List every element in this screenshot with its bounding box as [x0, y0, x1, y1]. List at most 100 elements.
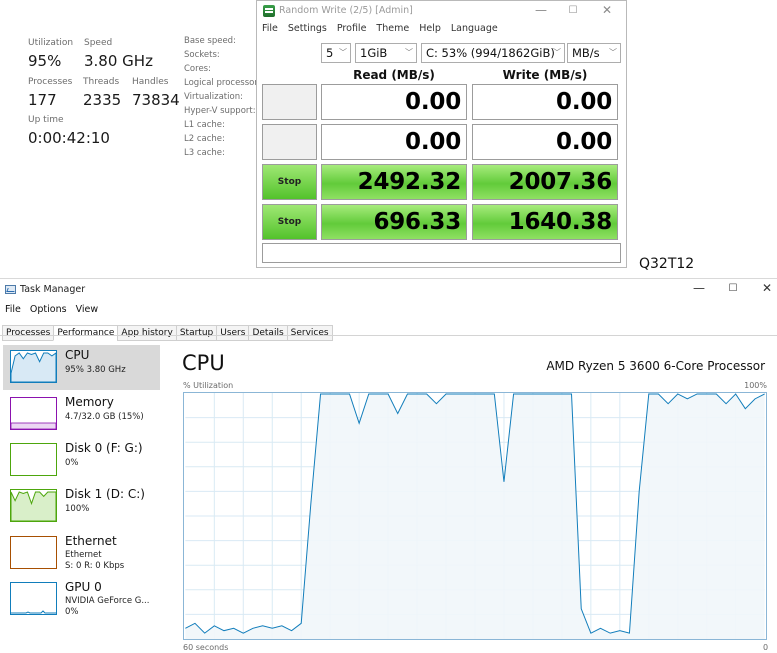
- spec-label: Logical processors:: [184, 78, 266, 88]
- stop-button[interactable]: Stop: [262, 164, 317, 200]
- minimize-icon[interactable]: —: [527, 3, 555, 17]
- tab-services[interactable]: Services: [286, 325, 333, 341]
- menu-language[interactable]: Language: [451, 23, 498, 34]
- cdm-status-bar: [262, 243, 621, 263]
- tab-users[interactable]: Users: [216, 325, 250, 341]
- speed-label: Speed: [84, 38, 113, 48]
- mini-graph-icon: [10, 582, 57, 615]
- uptime-value: 0:00:42:10: [28, 129, 110, 147]
- mini-graph-plot: [11, 537, 56, 568]
- test-button[interactable]: [262, 124, 317, 160]
- test-button[interactable]: [262, 84, 317, 120]
- write-column-header: Write (MB/s): [502, 68, 588, 82]
- close-icon[interactable]: ✕: [593, 3, 621, 17]
- cdm-window-title: Random Write (2/5) [Admin]: [279, 5, 413, 16]
- sidebar-item-gpu[interactable]: GPU 0 NVIDIA GeForce G... 0%: [3, 577, 160, 622]
- mini-graph-plot: [11, 422, 56, 429]
- sidebar-item-memory[interactable]: Memory 4.7/32.0 GB (15%): [3, 392, 160, 437]
- x-axis-left-label: 60 seconds: [183, 643, 229, 652]
- handles-value: 73834: [132, 91, 180, 109]
- stop-button[interactable]: Stop: [262, 204, 317, 240]
- sidebar-item-label: CPU: [65, 348, 90, 362]
- mini-graph-plot: [11, 444, 56, 475]
- sidebar-item-detail-2: S: 0 R: 0 Kbps: [65, 561, 125, 571]
- tab-processes[interactable]: Processes: [2, 325, 55, 341]
- sidebar-item-label: Disk 0 (F: G:): [65, 441, 143, 455]
- unit-select[interactable]: MB/s ﹀: [567, 43, 621, 63]
- page-title: CPU: [182, 351, 225, 375]
- sidebar-item-ethernet[interactable]: Ethernet Ethernet S: 0 R: 0 Kbps: [3, 531, 160, 576]
- chevron-down-icon: ﹀: [405, 48, 413, 57]
- sidebar-item-detail: 4.7/32.0 GB (15%): [65, 412, 144, 422]
- sidebar-item-detail: 95% 3.80 GHz: [65, 365, 126, 375]
- x-axis-right-label: 0: [763, 643, 769, 652]
- sidebar-item-detail: Ethernet: [65, 550, 102, 560]
- spec-label: Sockets:: [184, 50, 220, 60]
- tab-startup[interactable]: Startup: [175, 325, 218, 341]
- sidebar-item-disk[interactable]: Disk 0 (F: G:) 0%: [3, 438, 160, 483]
- spec-label: L2 cache:: [184, 134, 225, 144]
- sidebar-item-disk[interactable]: Disk 1 (D: C:) 100%: [3, 484, 160, 529]
- unit-value: MB/s: [572, 46, 600, 60]
- mini-graph-icon: [10, 489, 57, 522]
- write-result-cell: 2007.36: [472, 164, 618, 200]
- task-manager-title: Task Manager: [20, 284, 86, 295]
- close-icon[interactable]: ✕: [752, 281, 777, 295]
- mini-graph-icon: [10, 397, 57, 430]
- mini-graph-plot: [11, 610, 56, 614]
- maximize-icon[interactable]: ☐: [559, 5, 587, 16]
- cdm-titlebar[interactable]: Random Write (2/5) [Admin] — ☐ ✕: [257, 1, 626, 21]
- test-profile-label: Q32T12: [639, 256, 695, 272]
- menu-help[interactable]: Help: [419, 23, 441, 34]
- write-result-cell: 1640.38: [472, 204, 618, 240]
- menu-profile[interactable]: Profile: [337, 23, 367, 34]
- cpu-utilization-graph: [183, 392, 767, 640]
- menu-view[interactable]: View: [76, 304, 99, 315]
- menu-theme[interactable]: Theme: [376, 23, 409, 34]
- sidebar-item-label: GPU 0: [65, 580, 102, 594]
- speed-value: 3.80 GHz: [84, 52, 153, 70]
- tab-performance[interactable]: Performance: [53, 325, 119, 341]
- write-result-value: 2007.36: [508, 169, 613, 195]
- tab-divider: [0, 335, 777, 336]
- mini-graph-plot: [11, 491, 56, 521]
- chevron-down-icon: ﹀: [609, 48, 617, 57]
- uptime-label: Up time: [28, 115, 64, 125]
- test-size-value: 1GiB: [360, 46, 388, 60]
- spec-label: Hyper-V support:: [184, 106, 256, 116]
- threads-label: Threads: [83, 77, 120, 87]
- menu-file[interactable]: File: [262, 23, 278, 34]
- tab-details[interactable]: Details: [248, 325, 288, 341]
- test-size-select[interactable]: 1GiB ﹀: [355, 43, 417, 63]
- mini-graph-plot: [11, 352, 56, 382]
- crystaldiskmark-app-icon: [263, 5, 275, 17]
- read-result-cell: 0.00: [321, 84, 467, 120]
- task-manager-menubar: File Options View: [5, 304, 107, 315]
- y-axis-label: % Utilization: [183, 381, 234, 390]
- sidebar-item-label: Disk 1 (D: C:): [65, 487, 145, 501]
- read-result-cell: 0.00: [321, 124, 467, 160]
- cpu-model-name: AMD Ryzen 5 3600 6-Core Processor: [546, 359, 765, 373]
- test-count-select[interactable]: 5 ﹀: [321, 43, 351, 63]
- y-axis-max-label: 100%: [744, 381, 767, 390]
- read-column-header: Read (MB/s): [353, 68, 435, 82]
- sidebar-item-detail: 0%: [65, 458, 79, 468]
- spec-label: Virtualization:: [184, 92, 243, 102]
- sidebar-item-cpu[interactable]: CPU 95% 3.80 GHz: [3, 345, 160, 390]
- task-manager-tabs: Processes Performance App history Startup Us…: [2, 320, 333, 341]
- menu-settings[interactable]: Settings: [288, 23, 327, 34]
- drive-select[interactable]: C: 53% (994/1862GiB) ﹀: [421, 43, 565, 63]
- chevron-down-icon: ﹀: [339, 48, 347, 57]
- sidebar-item-detail-2: 0%: [65, 607, 79, 617]
- minimize-icon[interactable]: —: [684, 281, 714, 295]
- spec-label: Cores:: [184, 64, 211, 74]
- tab-app-history[interactable]: App history: [117, 325, 177, 341]
- task-manager-app-icon: [5, 285, 16, 294]
- sidebar-item-detail: NVIDIA GeForce G...: [65, 596, 150, 606]
- menu-file[interactable]: File: [5, 304, 21, 315]
- menu-options[interactable]: Options: [30, 304, 67, 315]
- read-result-value: 0.00: [405, 89, 461, 115]
- read-result-cell: 2492.32: [321, 164, 467, 200]
- spec-label: L3 cache:: [184, 148, 225, 158]
- maximize-icon[interactable]: ☐: [718, 283, 748, 294]
